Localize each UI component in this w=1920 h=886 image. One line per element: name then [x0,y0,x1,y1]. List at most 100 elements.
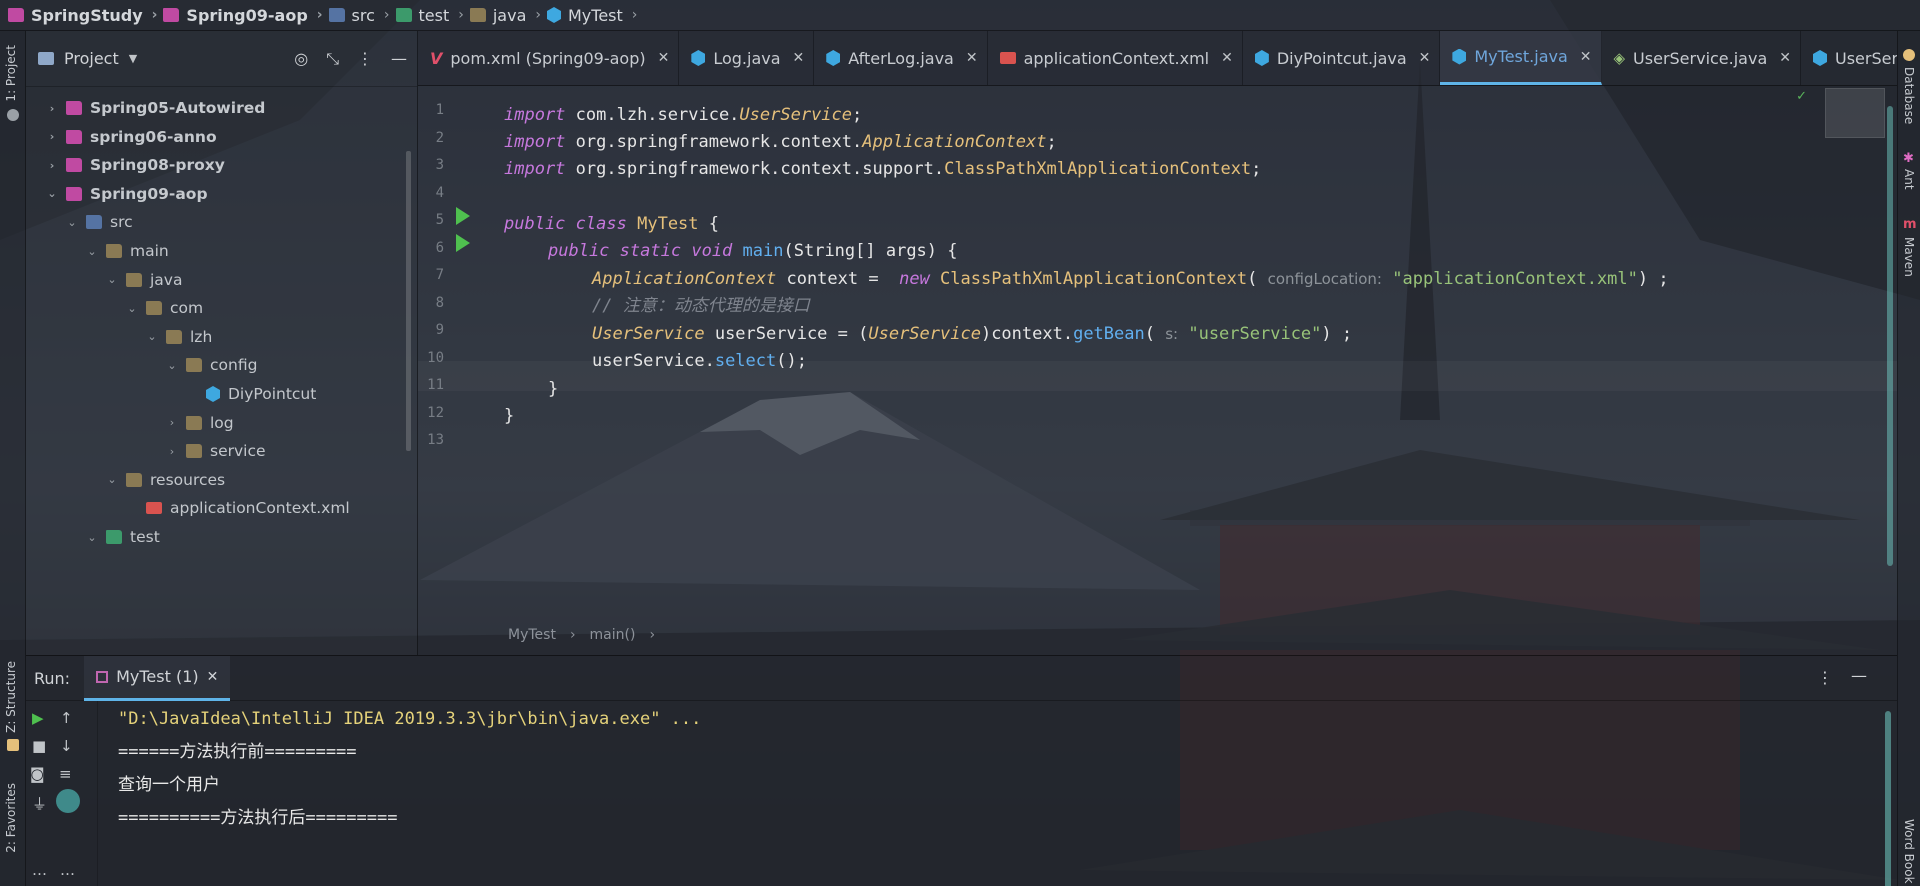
breadcrumb-item[interactable]: MyTest › [547,6,637,25]
more-options-icon[interactable]: ⋮ [1817,668,1833,687]
ant-tool-button[interactable]: Ant [1902,169,1916,190]
tree-item[interactable]: ⌄ Spring09-aop [46,179,207,209]
close-icon[interactable]: ✕ [1221,50,1233,66]
more-options-icon[interactable]: ⋮ [357,49,373,69]
structure-tool-button[interactable]: Z: Structure [4,661,18,733]
plug-icon[interactable]: ⏚ [32,793,47,814]
editor-tab[interactable]: MyTest.java ✕ [1440,31,1602,85]
expand-arrow-icon[interactable]: ⌄ [126,302,138,315]
tree-item[interactable]: ⌄ test [86,522,159,552]
expand-arrow-icon[interactable]: ⌄ [106,473,118,486]
close-icon[interactable]: ✕ [966,50,978,66]
scroll-up-icon[interactable]: ↑ [60,709,73,727]
tree-item[interactable]: ⌄ src [66,207,132,237]
locate-icon[interactable]: ◎ [294,49,308,69]
expand-arrow-icon[interactable]: › [46,102,58,115]
scroll-down-icon[interactable]: ↓ [60,737,73,755]
camera-icon[interactable]: ◙ [30,765,45,783]
editor-tab[interactable]: Log.java ✕ [679,31,815,85]
line-number: 3 [435,157,444,173]
editor-tab[interactable]: DiyPointcut.java ✕ [1243,31,1441,85]
minimize-icon[interactable]: — [1851,666,1867,685]
tree-item[interactable]: ⌄ lzh [146,322,212,352]
breadcrumb-item[interactable]: Spring09-aop › [163,6,323,25]
code-area[interactable]: import com.lzh.service.UserService; impo… [504,86,1897,631]
collapse-all-icon[interactable]: ⤡ [326,49,339,69]
console-scrollbar[interactable] [1885,711,1891,886]
expand-arrow-icon[interactable]: › [46,159,58,172]
expand-arrow-icon[interactable]: › [166,445,178,458]
breadcrumb-item[interactable]: SpringStudy › [8,6,157,25]
expand-arrow-icon[interactable]: ⌄ [86,245,98,258]
tree-scrollbar[interactable] [406,151,411,451]
tree-item[interactable]: ⌄ resources [106,465,225,495]
tree-item[interactable]: › service [166,436,266,466]
pin-tab-icon[interactable] [56,789,80,813]
expand-arrow-icon[interactable]: ⌄ [106,273,118,286]
chevron-right-icon: › [383,7,390,23]
close-icon[interactable]: ✕ [1779,50,1791,66]
minimize-icon[interactable]: — [391,49,407,69]
code-minimap[interactable] [1825,88,1885,138]
editor-tab[interactable]: UserServiceImpl.java✕ [1801,31,1897,85]
rerun-icon[interactable]: ▶ [32,709,44,727]
soft-wrap-icon[interactable]: ≡ [59,765,72,783]
tree-item[interactable]: DiyPointcut [186,379,316,409]
line-number: 7 [435,267,444,283]
run-tab[interactable]: MyTest (1) ✕ [84,655,231,701]
run-class-icon[interactable] [456,207,470,225]
expand-arrow-icon[interactable]: › [46,130,58,143]
favorites-tool-button[interactable]: 2: Favorites [4,783,18,853]
close-icon[interactable]: ✕ [1419,50,1431,66]
tree-item[interactable]: › Spring08-proxy [46,150,225,180]
run-method-icon[interactable] [456,234,470,252]
inspection-ok-icon[interactable]: ✓ [1796,89,1807,104]
stop-icon[interactable]: ■ [32,737,46,755]
tab-label: UserService.java [1633,48,1768,68]
word-book-tool-button[interactable]: Word Book [1902,819,1916,884]
breadcrumb-item[interactable]: src › [328,6,390,25]
more-icon[interactable]: … [32,861,47,879]
close-icon[interactable]: ✕ [658,50,670,66]
expand-arrow-icon[interactable]: ⌄ [86,531,98,544]
settings-icon[interactable] [7,109,19,121]
tree-item[interactable]: ⌄ config [166,350,257,380]
code-line: } [504,406,515,426]
editor-scrollbar[interactable] [1887,106,1893,566]
chevron-right-icon: › [151,7,158,23]
close-icon[interactable]: ✕ [793,50,805,66]
breadcrumb-item[interactable]: java › [469,6,541,25]
project-panel-header: Project ▼ ◎ ⤡ ⋮ — [26,31,417,87]
project-view-selector[interactable]: Project [64,49,119,68]
project-tool-button[interactable]: 1: Project [4,45,18,102]
editor-tab[interactable]: Vpom.xml (Spring09-aop) ✕ [418,31,680,85]
maven-tool-button[interactable]: Maven [1902,237,1916,277]
tree-item[interactable]: ⌄ main [86,236,168,266]
tree-item[interactable]: ⌄ com [126,293,203,323]
expand-arrow-icon[interactable]: ⌄ [66,216,78,229]
database-tool-button[interactable]: Database [1902,67,1916,124]
breadcrumb-item[interactable]: test › [395,6,464,25]
line-number: 6 [435,239,444,256]
tree-item[interactable]: › Spring05-Autowired [46,93,266,123]
tree-item[interactable]: ⌄ java [106,265,182,295]
tree-item[interactable]: › log [166,408,234,438]
java-class-icon [1254,50,1269,66]
expand-arrow-icon[interactable]: › [166,416,178,429]
editor-tab[interactable]: applicationContext.xml ✕ [988,31,1243,85]
editor-breadcrumb-method[interactable]: main() [590,627,636,643]
close-icon[interactable]: ✕ [1580,49,1592,65]
editor-breadcrumb-class[interactable]: MyTest [508,627,556,643]
tree-item-label: com [170,299,204,318]
more-icon[interactable]: … [60,861,75,879]
chevron-down-icon[interactable]: ▼ [129,52,137,65]
tree-item[interactable]: applicationContext.xml [126,493,350,523]
expand-arrow-icon[interactable]: ⌄ [166,359,178,372]
console-output[interactable]: "D:\JavaIdea\IntelliJ IDEA 2019.3.3\jbr\… [118,701,701,835]
editor-tab[interactable]: AfterLog.java ✕ [814,31,988,85]
expand-arrow-icon[interactable]: ⌄ [46,187,58,200]
editor-tab[interactable]: ◈ UserService.java ✕ [1602,31,1801,85]
close-icon[interactable]: ✕ [207,669,219,685]
expand-arrow-icon[interactable]: ⌄ [146,330,158,343]
tree-item[interactable]: › spring06-anno [46,122,217,152]
